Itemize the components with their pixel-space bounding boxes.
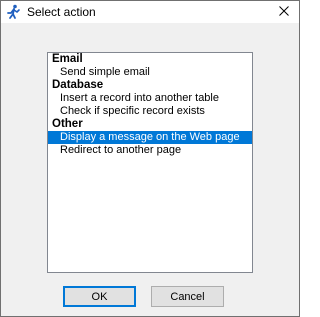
list-item[interactable]: Send simple email: [48, 66, 252, 79]
action-list[interactable]: Email Send simple email Database Insert …: [47, 52, 253, 273]
dialog-title: Select action: [27, 5, 96, 19]
dialog-body: Email Send simple email Database Insert …: [1, 23, 299, 316]
list-group-header: Email: [52, 53, 83, 65]
list-group-header: Database: [52, 79, 104, 91]
close-button[interactable]: [269, 1, 299, 23]
list-item[interactable]: Check if specific record exists: [48, 105, 252, 118]
select-action-dialog: Select action Email Send simple email Da…: [0, 0, 300, 317]
list-item[interactable]: Insert a record into another table: [48, 92, 252, 105]
cancel-button[interactable]: Cancel: [151, 286, 224, 307]
list-item[interactable]: Redirect to another page: [48, 144, 252, 157]
list-group-header: Other: [52, 118, 83, 130]
running-figure-icon: [5, 4, 21, 20]
list-item-selected[interactable]: Display a message on the Web page: [48, 131, 252, 144]
close-icon: [279, 5, 289, 19]
title-bar: Select action: [1, 1, 299, 23]
ok-button[interactable]: OK: [63, 286, 136, 307]
